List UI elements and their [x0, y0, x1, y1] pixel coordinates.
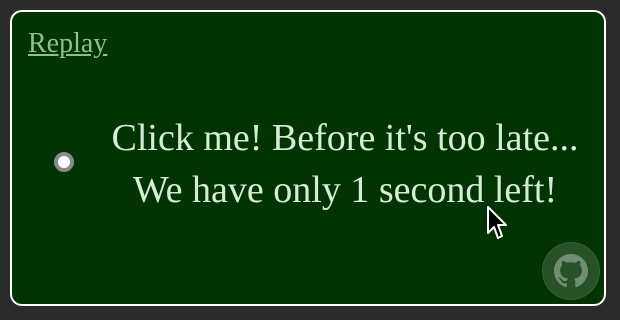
- radio-button-icon[interactable]: [54, 152, 74, 172]
- mouse-cursor-icon: [487, 206, 507, 239]
- replay-link[interactable]: Replay: [28, 28, 107, 60]
- message-line-1: Click me! Before it's too late...: [111, 117, 579, 159]
- message-line-2: We have only 1 second left!: [132, 169, 558, 211]
- prompt-message: Click me! Before it's too late... We hav…: [80, 112, 610, 216]
- game-panel: Replay Click me! Before it's too late...…: [10, 10, 606, 306]
- github-icon[interactable]: [542, 242, 600, 300]
